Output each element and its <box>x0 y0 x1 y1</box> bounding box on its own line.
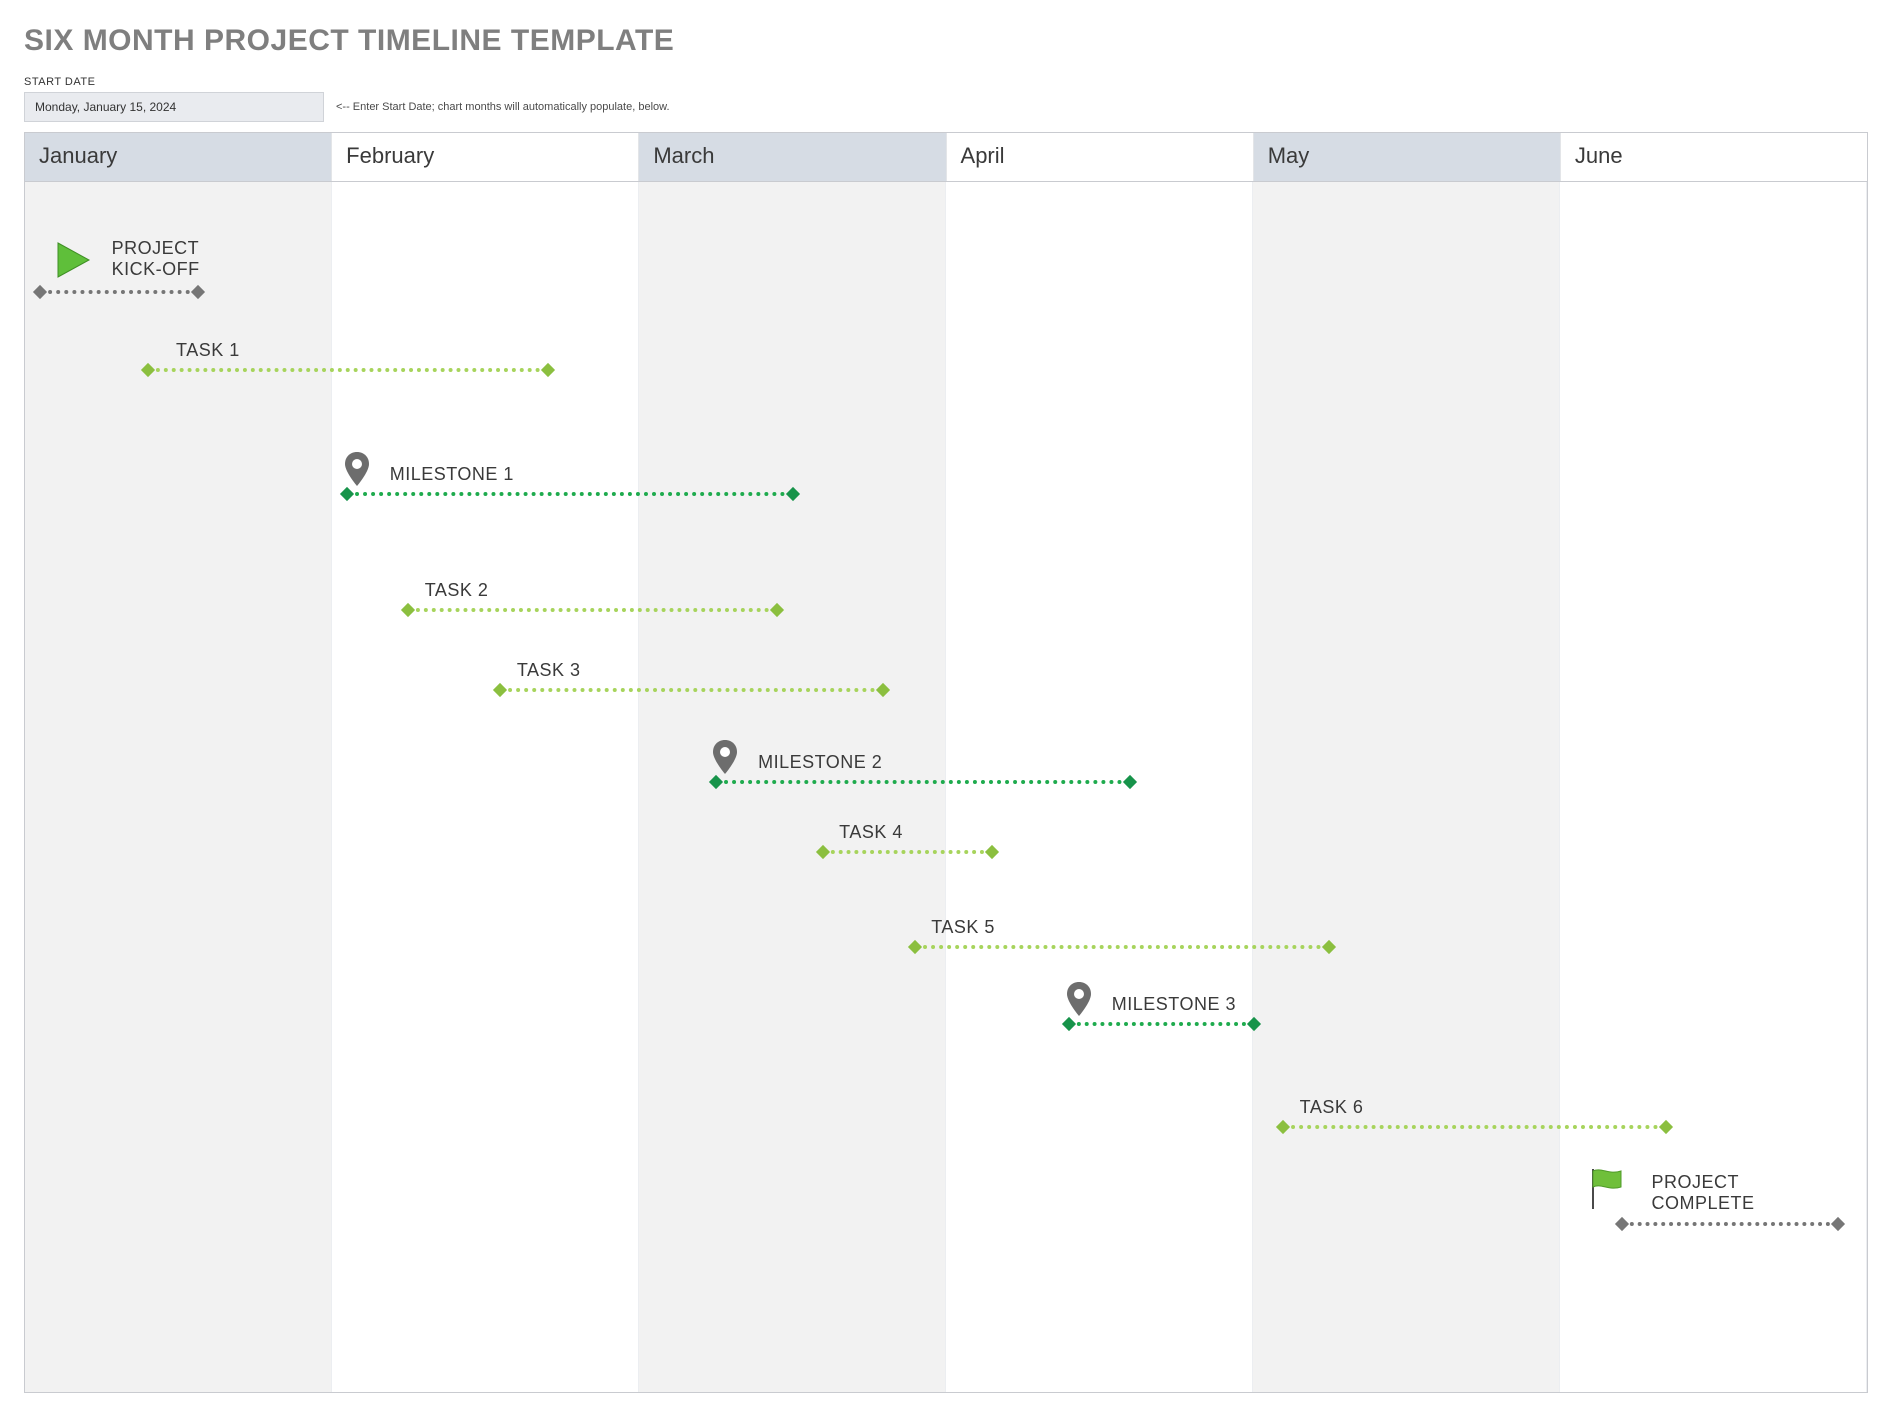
complete-bar <box>1622 1222 1838 1228</box>
map-pin-icon <box>344 452 370 486</box>
milestone1-bar <box>347 492 793 498</box>
task3-bar <box>500 688 883 694</box>
triangle-play-icon <box>53 240 93 280</box>
map-pin-icon <box>1066 982 1092 1016</box>
milestone2-bar <box>716 780 1130 786</box>
month-header-mar: March <box>639 133 946 181</box>
task6-label: TASK 6 <box>1300 1097 1364 1118</box>
month-header-feb: February <box>332 133 639 181</box>
milestone1-label: MILESTONE 1 <box>390 464 514 485</box>
kickoff-bar <box>40 290 198 296</box>
milestone2-label: MILESTONE 2 <box>758 752 882 773</box>
task2-bar <box>408 608 776 614</box>
start-date-hint: <-- Enter Start Date; chart months will … <box>336 101 670 113</box>
month-header-jan: January <box>25 133 332 181</box>
chart-body: PROJECTKICK-OFF TASK 1 MILESTONE 1 TASK … <box>25 182 1867 1392</box>
timeline-chart: January February March April May June PR… <box>24 132 1868 1393</box>
task1-label: TASK 1 <box>176 340 240 361</box>
flag-icon <box>1587 1167 1627 1211</box>
milestone3-label: MILESTONE 3 <box>1112 994 1236 1015</box>
start-date-input[interactable]: Monday, January 15, 2024 <box>24 92 324 122</box>
month-header-apr: April <box>947 133 1254 181</box>
task4-label: TASK 4 <box>839 822 903 843</box>
map-pin-icon <box>712 740 738 774</box>
task6-bar <box>1283 1125 1666 1131</box>
task4-bar <box>823 850 992 856</box>
month-header-jun: June <box>1561 133 1867 181</box>
start-date-label: START DATE <box>24 76 1868 88</box>
month-header-may: May <box>1254 133 1561 181</box>
task3-label: TASK 3 <box>517 660 581 681</box>
page-title: SIX MONTH PROJECT TIMELINE TEMPLATE <box>24 24 1868 58</box>
task5-bar <box>915 945 1329 951</box>
month-header-row: January February March April May June <box>25 133 1867 182</box>
task1-bar <box>148 368 548 374</box>
complete-label: PROJECTCOMPLETE <box>1651 1172 1754 1213</box>
task2-label: TASK 2 <box>425 580 489 601</box>
task5-label: TASK 5 <box>931 917 995 938</box>
kickoff-label: PROJECTKICK-OFF <box>112 238 200 279</box>
milestone3-bar <box>1069 1022 1253 1028</box>
